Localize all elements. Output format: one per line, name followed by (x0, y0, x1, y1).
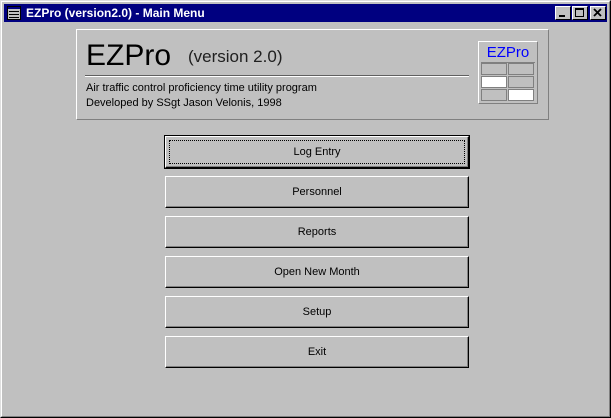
app-credit: Developed by SSgt Jason Velonis, 1998 (86, 97, 282, 109)
exit-button[interactable]: Exit (165, 336, 469, 368)
reports-label: Reports (297, 226, 337, 238)
open-new-month-label: Open New Month (274, 266, 360, 278)
minimize-icon (559, 15, 565, 17)
form-icon (7, 6, 21, 20)
app-description: Air traffic control proficiency time uti… (86, 82, 317, 94)
setup-button[interactable]: Setup (165, 296, 469, 328)
main-menu-window: EZPro (version2.0) - Main Menu EZPro (ve… (0, 0, 611, 418)
logo-cell (481, 63, 507, 75)
personnel-label: Personnel (292, 186, 342, 198)
maximize-button[interactable] (572, 6, 588, 20)
maximize-icon (575, 8, 584, 17)
logo-cell (508, 76, 534, 88)
logo-text: EZPro (486, 44, 530, 61)
app-name: EZPro (86, 39, 172, 72)
window-title: EZPro (version2.0) - Main Menu (26, 6, 205, 20)
logo-cell (481, 76, 507, 88)
logo-grid (481, 62, 535, 101)
reports-button[interactable]: Reports (165, 216, 469, 248)
open-new-month-button[interactable]: Open New Month (165, 256, 469, 288)
logo-cell (481, 89, 507, 101)
minimize-button[interactable] (555, 6, 571, 20)
personnel-button[interactable]: Personnel (165, 176, 469, 208)
exit-label: Exit (307, 346, 327, 358)
close-icon (593, 8, 602, 17)
log-entry-button[interactable]: Log Entry (164, 135, 470, 169)
title-bar[interactable]: EZPro (version2.0) - Main Menu (4, 4, 607, 22)
setup-label: Setup (302, 306, 332, 318)
close-button[interactable] (590, 6, 606, 20)
app-version: (version 2.0) (188, 47, 283, 66)
ezpro-logo: EZPro (478, 41, 538, 104)
header-panel: EZPro (version 2.0) Air traffic control … (76, 29, 549, 120)
logo-cell (508, 89, 534, 101)
log-entry-label: Log Entry (293, 146, 341, 158)
header-divider (85, 75, 469, 77)
logo-cell (508, 63, 534, 75)
